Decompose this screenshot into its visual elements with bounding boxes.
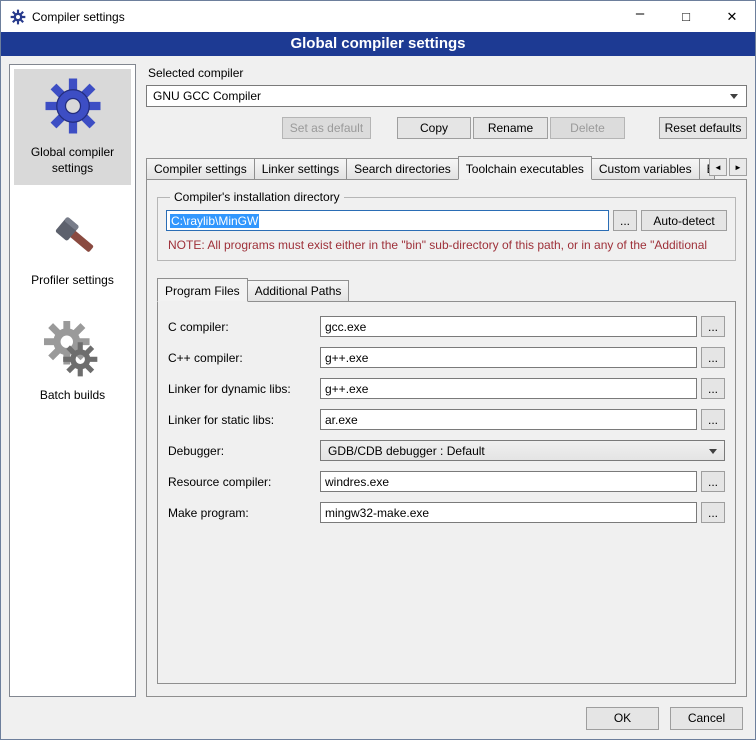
installation-directory-note: NOTE: All programs must exist either in … [168, 238, 725, 252]
make-program-input[interactable]: mingw32-make.exe [320, 502, 697, 523]
compiler-settings-window: Compiler settings – □ ✕ Global compiler … [0, 0, 756, 740]
selected-compiler-value: GNU GCC Compiler [153, 89, 730, 103]
profiler-tool-icon [46, 210, 100, 264]
main-settings-area: Selected compiler GNU GCC Compiler Set a… [146, 64, 747, 697]
tab-program-files[interactable]: Program Files [157, 278, 248, 302]
tab-scroll-right-button[interactable]: ► [729, 158, 747, 176]
make-program-label: Make program: [168, 506, 320, 520]
installation-directory-group-title: Compiler's installation directory [170, 190, 344, 204]
static-linker-browse-button[interactable]: ... [701, 409, 725, 430]
static-linker-input[interactable]: ar.exe [320, 409, 697, 430]
static-linker-row: Linker for static libs: ar.exe ... [168, 409, 725, 430]
chevron-down-icon [730, 94, 738, 103]
dynamic-linker-row: Linker for dynamic libs: g++.exe ... [168, 378, 725, 399]
selected-compiler-combobox[interactable]: GNU GCC Compiler [146, 85, 747, 107]
set-as-default-button: Set as default [282, 117, 371, 139]
resource-compiler-row: Resource compiler: windres.exe ... [168, 471, 725, 492]
settings-tabstrip: Compiler settings Linker settings Search… [146, 155, 747, 179]
dynamic-linker-browse-button[interactable]: ... [701, 378, 725, 399]
resource-compiler-label: Resource compiler: [168, 475, 320, 489]
static-linker-value: ar.exe [325, 413, 358, 427]
debugger-select[interactable]: GDB/CDB debugger : Default [320, 440, 725, 461]
c-compiler-input[interactable]: gcc.exe [320, 316, 697, 337]
program-files-tabstrip: Program Files Additional Paths [157, 277, 736, 301]
chevron-down-icon [709, 449, 717, 458]
c-compiler-value: gcc.exe [325, 320, 366, 334]
titlebar: Compiler settings – □ ✕ [1, 1, 755, 32]
debugger-value: GDB/CDB debugger : Default [328, 444, 709, 458]
reset-defaults-button[interactable]: Reset defaults [659, 117, 747, 139]
cpp-compiler-value: g++.exe [325, 351, 368, 365]
settings-category-sidebar: Global compiler settings Profiler settin… [9, 64, 136, 697]
static-linker-label: Linker for static libs: [168, 413, 320, 427]
dynamic-linker-label: Linker for dynamic libs: [168, 382, 320, 396]
tab-additional-paths[interactable]: Additional Paths [247, 280, 350, 301]
cpp-compiler-label: C++ compiler: [168, 351, 320, 365]
make-program-browse-button[interactable]: ... [701, 502, 725, 523]
gray-gears-icon [44, 321, 102, 379]
cpp-compiler-input[interactable]: g++.exe [320, 347, 697, 368]
toolchain-executables-panel: Compiler's installation directory C:\ray… [146, 179, 747, 697]
ok-button[interactable]: OK [586, 707, 659, 730]
debugger-row: Debugger: GDB/CDB debugger : Default [168, 440, 725, 461]
rename-button[interactable]: Rename [473, 117, 548, 139]
tab-scroll-controls: ◄ ► [709, 158, 747, 176]
tab-linker-settings[interactable]: Linker settings [254, 158, 347, 179]
tab-custom-variables[interactable]: Custom variables [591, 158, 700, 179]
app-icon [10, 9, 26, 25]
resource-compiler-input[interactable]: windres.exe [320, 471, 697, 492]
debugger-label: Debugger: [168, 444, 320, 458]
sidebar-item-label: Profiler settings [31, 273, 114, 289]
auto-detect-button[interactable]: Auto-detect [641, 210, 727, 231]
compiler-buttons-row: Set as default Copy Rename Delete Reset … [146, 117, 747, 139]
cancel-button[interactable]: Cancel [670, 707, 743, 730]
close-button[interactable]: ✕ [709, 1, 755, 32]
sidebar-item-profiler-settings[interactable]: Profiler settings [14, 197, 131, 298]
resource-compiler-value: windres.exe [325, 475, 389, 489]
dialog-header: Global compiler settings [1, 32, 755, 56]
cpp-compiler-row: C++ compiler: g++.exe ... [168, 347, 725, 368]
make-program-value: mingw32-make.exe [325, 506, 429, 520]
tab-toolchain-executables[interactable]: Toolchain executables [458, 156, 592, 180]
tab-compiler-settings[interactable]: Compiler settings [146, 158, 255, 179]
sidebar-item-global-compiler-settings[interactable]: Global compiler settings [14, 69, 131, 185]
tab-search-directories[interactable]: Search directories [346, 158, 459, 179]
sidebar-item-label: Batch builds [40, 388, 105, 404]
tab-scroll-left-button[interactable]: ◄ [709, 158, 727, 176]
make-program-row: Make program: mingw32-make.exe ... [168, 502, 725, 523]
c-compiler-browse-button[interactable]: ... [701, 316, 725, 337]
copy-button[interactable]: Copy [397, 117, 471, 139]
installation-directory-groupbox: Compiler's installation directory C:\ray… [157, 190, 736, 261]
window-title: Compiler settings [32, 10, 125, 24]
sidebar-item-label: Global compiler settings [16, 145, 129, 176]
window-controls: – □ ✕ [617, 1, 755, 32]
blue-gear-icon [43, 76, 103, 136]
dynamic-linker-value: g++.exe [325, 382, 368, 396]
program-files-panel: C compiler: gcc.exe ... C++ compiler: g+… [157, 301, 736, 684]
cpp-compiler-browse-button[interactable]: ... [701, 347, 725, 368]
c-compiler-row: C compiler: gcc.exe ... [168, 316, 725, 337]
dialog-body: Global compiler settings Profiler settin… [1, 56, 755, 697]
delete-button: Delete [550, 117, 625, 139]
installation-directory-row: C:\raylib\MinGW ... Auto-detect [166, 210, 727, 231]
selected-compiler-label: Selected compiler [148, 66, 747, 80]
minimize-button[interactable]: – [617, 1, 663, 32]
installation-directory-browse-button[interactable]: ... [613, 210, 637, 231]
c-compiler-label: C compiler: [168, 320, 320, 334]
maximize-button[interactable]: □ [663, 1, 709, 32]
dialog-footer: OK Cancel [1, 697, 755, 739]
resource-compiler-browse-button[interactable]: ... [701, 471, 725, 492]
sidebar-item-batch-builds[interactable]: Batch builds [14, 314, 131, 413]
installation-directory-input[interactable]: C:\raylib\MinGW [166, 210, 609, 231]
dynamic-linker-input[interactable]: g++.exe [320, 378, 697, 399]
installation-directory-value: C:\raylib\MinGW [170, 214, 259, 228]
